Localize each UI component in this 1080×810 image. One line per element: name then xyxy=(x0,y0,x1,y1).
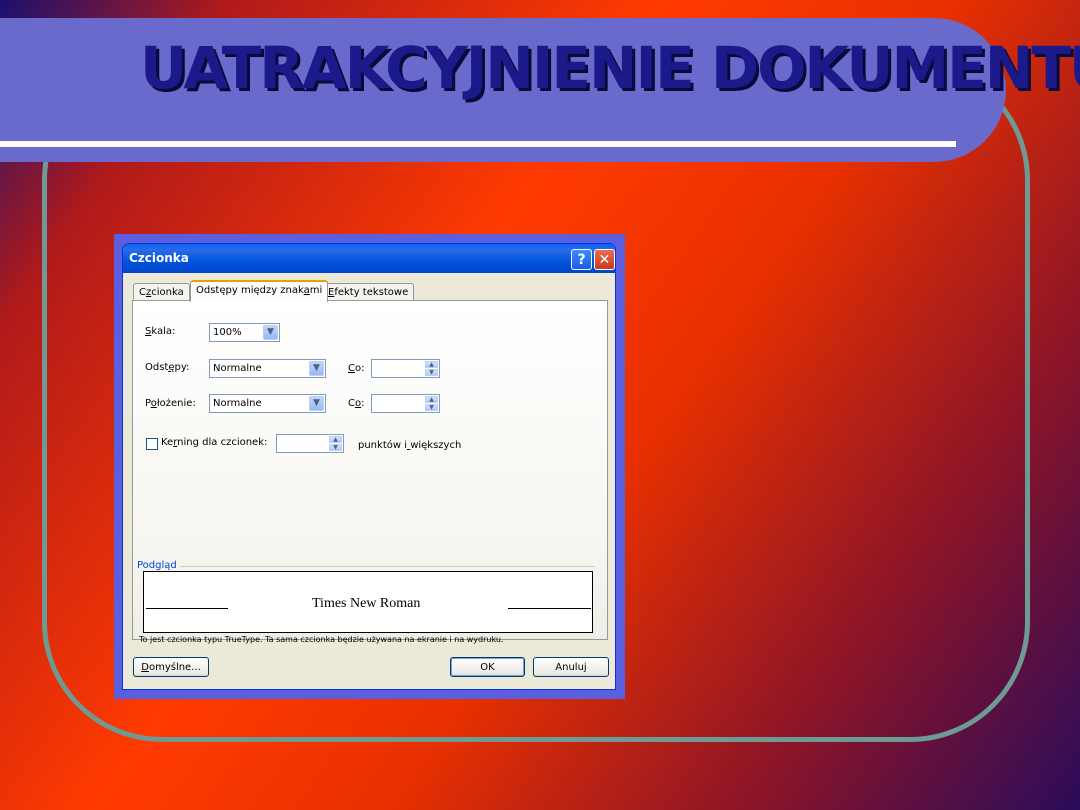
co2-spinner[interactable]: ▲ ▼ xyxy=(371,394,440,413)
tab-label: Czcionka xyxy=(139,287,184,298)
title-underline xyxy=(0,141,956,147)
font-dialog: Czcionka ? ✕ Czcionka Odstępy między zna… xyxy=(122,243,616,690)
kerning-label: Kerning dla czcionek: xyxy=(161,437,268,448)
chevron-down-icon[interactable]: ▼ xyxy=(263,325,278,340)
skala-label: Skala: xyxy=(145,326,176,337)
skala-select[interactable]: 100% ▼ xyxy=(209,323,280,342)
preview-rule-left xyxy=(146,608,228,609)
chevron-down-icon[interactable]: ▼ xyxy=(309,361,324,376)
arrow-down-icon[interactable]: ▼ xyxy=(425,404,438,411)
odstepy-select[interactable]: Normalne ▼ xyxy=(209,359,326,378)
arrow-up-icon[interactable]: ▲ xyxy=(329,436,342,443)
co2-label: Co: xyxy=(348,398,365,409)
preview-legend: Podgląd xyxy=(137,560,177,571)
kerning-spinner[interactable]: ▲ ▼ xyxy=(276,434,344,453)
kerning-checkbox[interactable] xyxy=(146,438,158,450)
chevron-down-icon[interactable]: ▼ xyxy=(309,396,324,411)
spinner-buttons[interactable]: ▲ ▼ xyxy=(329,436,342,451)
slide-title: UATRAKCYJNIENIE DOKUMENTU xyxy=(140,34,1080,102)
tab-label: Odstępy między znakami xyxy=(196,285,323,296)
skala-value: 100% xyxy=(213,327,242,338)
ok-button-label: OK xyxy=(480,661,495,673)
odstepy-label: Odstępy: xyxy=(145,362,190,373)
dialog-titlebar[interactable]: Czcionka ? ✕ xyxy=(123,244,615,273)
default-button[interactable]: Domyślne... xyxy=(133,657,209,677)
polozenie-select[interactable]: Normalne ▼ xyxy=(209,394,326,413)
cancel-button-label: Anuluj xyxy=(555,661,587,673)
odstepy-value: Normalne xyxy=(213,363,262,374)
default-button-label: Domyślne... xyxy=(141,661,201,673)
spinner-buttons[interactable]: ▲ ▼ xyxy=(425,361,438,376)
co1-label: Co: xyxy=(348,363,365,374)
arrow-down-icon[interactable]: ▼ xyxy=(425,369,438,376)
arrow-up-icon[interactable]: ▲ xyxy=(425,361,438,368)
dialog-title: Czcionka xyxy=(129,251,189,265)
arrow-up-icon[interactable]: ▲ xyxy=(425,396,438,403)
ok-button[interactable]: OK xyxy=(450,657,525,677)
preview-box: Times New Roman xyxy=(143,571,593,633)
tab-odstepy[interactable]: Odstępy między znakami xyxy=(190,280,329,302)
tab-label: Efekty tekstowe xyxy=(328,287,409,298)
co1-spinner[interactable]: ▲ ▼ xyxy=(371,359,440,378)
polozenie-value: Normalne xyxy=(213,398,262,409)
close-x-icon[interactable]: ✕ xyxy=(594,249,615,270)
polozenie-label: Położenie: xyxy=(145,398,196,409)
question-mark-icon[interactable]: ? xyxy=(571,249,592,270)
arrow-down-icon[interactable]: ▼ xyxy=(329,444,342,451)
kerning-suffix: punktów i większych xyxy=(358,440,462,451)
truetype-footnote: To jest czcionka typu TrueType. Ta sama … xyxy=(139,635,504,644)
preview-rule-right xyxy=(508,608,591,609)
cancel-button[interactable]: Anuluj xyxy=(533,657,609,677)
spinner-buttons[interactable]: ▲ ▼ xyxy=(425,396,438,411)
preview-sample-text: Times New Roman xyxy=(312,596,421,611)
preview-separator xyxy=(180,566,595,567)
